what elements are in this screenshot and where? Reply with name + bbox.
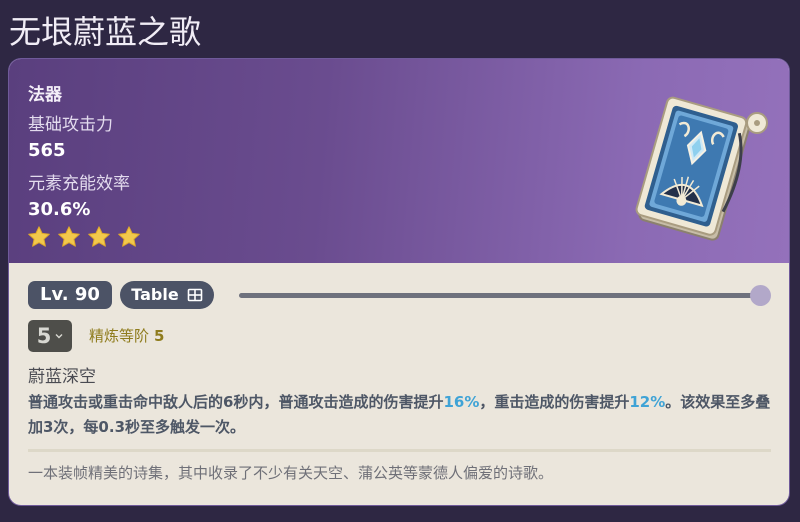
refinement-row: 5 精炼等阶 5	[28, 320, 428, 352]
level-badge: Lv. 90	[28, 281, 112, 309]
chevron-down-icon	[55, 334, 63, 339]
lore-text: 一本装帧精美的诗集，其中收录了不少有关天空、蒲公英等蒙德人偏爱的诗歌。	[28, 464, 554, 482]
refinement-level: 5	[154, 327, 165, 345]
substat-value: 30.6%	[28, 199, 91, 220]
star-icon	[28, 226, 50, 247]
base-atk-label: 基础攻击力	[28, 115, 113, 135]
weapon-card: 法器 基础攻击力 565 元素充能效率 30.6% Lv. 90 Table 5…	[9, 59, 789, 505]
level-controls: Lv. 90 Table	[28, 281, 773, 309]
passive-desc-highlight-1: 16%	[443, 393, 480, 411]
passive-desc-text-2: ，重击造成的伤害提升	[479, 393, 630, 411]
passive-name: 蔚蓝深空	[28, 367, 96, 387]
level-slider-thumb[interactable]	[749, 285, 771, 306]
refinement-select[interactable]: 5	[28, 320, 72, 352]
star-icon	[88, 226, 110, 247]
divider	[28, 449, 771, 452]
level-slider-track[interactable]	[239, 293, 760, 298]
rarity-stars	[27, 225, 141, 249]
star-icon	[118, 226, 140, 247]
book-catalyst-icon	[635, 96, 768, 241]
refinement-select-value: 5	[36, 324, 52, 348]
refinement-label: 精炼等阶 5	[89, 325, 164, 346]
passive-desc-highlight-2: 12%	[629, 393, 666, 411]
refinement-label-text: 精炼等阶	[89, 327, 150, 345]
substat-label: 元素充能效率	[28, 174, 130, 194]
page-title: 无垠蔚蓝之歌	[9, 13, 202, 51]
weapon-header: 法器 基础攻击力 565 元素充能效率 30.6%	[9, 59, 789, 263]
passive-desc-text-1: 普通攻击或重击命中敌人后的6秒内，普通攻击造成的伤害提升	[28, 393, 444, 411]
table-icon	[187, 288, 203, 302]
passive-description: 普通攻击或重击命中敌人后的6秒内，普通攻击造成的伤害提升16%，重击造成的伤害提…	[28, 390, 773, 440]
table-button-label: Table	[131, 285, 179, 304]
base-atk-value: 565	[28, 140, 66, 161]
weapon-type: 法器	[28, 85, 62, 105]
table-button[interactable]: Table	[120, 281, 214, 309]
star-icon	[58, 226, 80, 247]
